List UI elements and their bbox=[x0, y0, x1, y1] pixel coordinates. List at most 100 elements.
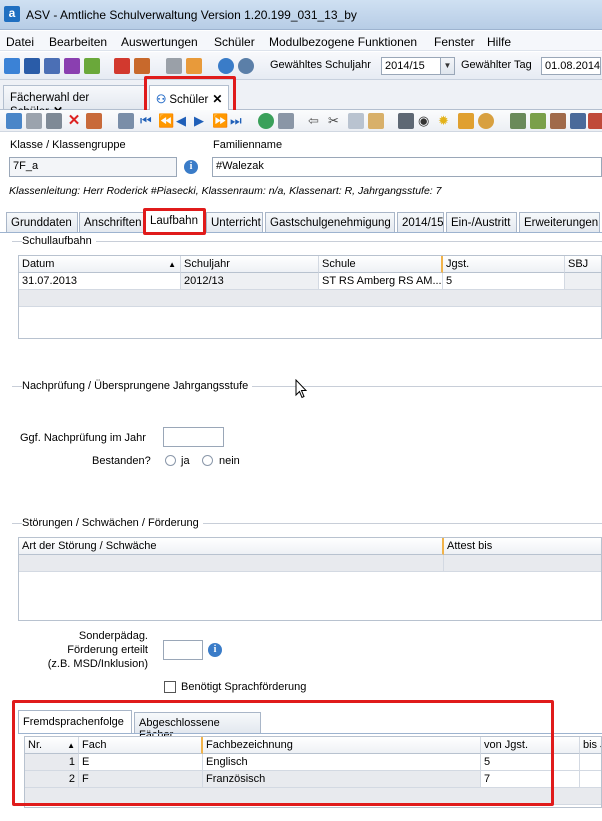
column-header-jgst[interactable]: Jgst. bbox=[443, 256, 565, 273]
export-icon[interactable] bbox=[530, 113, 546, 129]
window-title: ASV - Amtliche Schulverwaltung Version 1… bbox=[26, 8, 357, 22]
details-icon[interactable] bbox=[278, 113, 294, 129]
tab-ein-austritt[interactable]: Ein-/Austritt bbox=[446, 212, 517, 233]
sonder-label-1: Sonderpädag. bbox=[78, 630, 148, 642]
menu-schueler[interactable]: Schüler bbox=[214, 35, 255, 49]
nachpruefung-title: Nachprüfung / Übersprungene Jahrgangsstu… bbox=[22, 380, 253, 392]
delete-icon[interactable]: ✕ bbox=[66, 113, 82, 129]
column-header-sbj[interactable]: SBJ bbox=[565, 256, 601, 273]
new-record-icon[interactable] bbox=[6, 113, 22, 129]
tag-label: Gewählter Tag bbox=[461, 59, 532, 71]
table-cell[interactable]: 2012/13 bbox=[181, 273, 319, 290]
title-bar: a ASV - Amtliche Schulverwaltung Version… bbox=[0, 0, 602, 30]
tab-unterricht[interactable]: Unterricht bbox=[206, 212, 263, 233]
nachpruefung-jahr-input[interactable] bbox=[163, 427, 224, 447]
schuljahr-select[interactable]: 2014/15 ▼ bbox=[381, 57, 455, 75]
cut-icon[interactable]: ✂ bbox=[328, 113, 344, 129]
table-cell[interactable]: ST RS Amberg RS AM... bbox=[319, 273, 443, 290]
sonder-foerderung-input[interactable] bbox=[163, 640, 203, 660]
tab-anschriften[interactable]: Anschriften bbox=[79, 212, 144, 233]
clock-icon[interactable] bbox=[478, 113, 494, 129]
tab-grunddaten[interactable]: Grunddaten bbox=[6, 212, 78, 233]
next-record-icon[interactable]: ▶ bbox=[194, 113, 210, 129]
undo-icon[interactable] bbox=[46, 113, 62, 129]
stoerungen-title: Störungen / Schwächen / Förderung bbox=[22, 517, 203, 529]
radio-ja[interactable] bbox=[165, 455, 176, 466]
table-cell[interactable]: 5 bbox=[443, 273, 565, 290]
printer-icon[interactable] bbox=[398, 113, 414, 129]
menu-modulbezogene-funktionen[interactable]: Modulbezogene Funktionen bbox=[269, 35, 417, 49]
table-cell[interactable] bbox=[580, 754, 601, 771]
group-icon[interactable] bbox=[570, 113, 586, 129]
schullaufbahn-title: Schullaufbahn bbox=[22, 235, 96, 247]
prev-page-icon[interactable]: ⏪ bbox=[158, 113, 174, 129]
info-icon[interactable]: i bbox=[208, 643, 222, 657]
schullaufbahn-table: Datum ▲ Schuljahr Schule Jgst. SBJ 31.07.… bbox=[18, 255, 602, 339]
courses-icon[interactable] bbox=[64, 58, 80, 74]
column-header-schule[interactable]: Schule bbox=[319, 256, 443, 273]
tools-icon[interactable] bbox=[588, 113, 602, 129]
column-header-datum[interactable]: Datum ▲ bbox=[19, 256, 181, 273]
calendar-icon[interactable] bbox=[186, 58, 202, 74]
column-header-attest[interactable]: Attest bis bbox=[444, 538, 601, 555]
last-record-icon[interactable]: ⏭ bbox=[230, 113, 246, 129]
table-row bbox=[19, 290, 601, 307]
familienname-field[interactable]: #Walezak bbox=[212, 157, 602, 177]
first-record-icon[interactable]: ⏮ bbox=[140, 113, 156, 129]
klasse-field[interactable]: 7F_a bbox=[9, 157, 177, 177]
radio-nein[interactable] bbox=[202, 455, 213, 466]
copy-doc-icon[interactable] bbox=[348, 113, 364, 129]
radio-nein-label: nein bbox=[219, 455, 240, 467]
teachers-icon[interactable] bbox=[44, 58, 60, 74]
sort-asc-icon: ▲ bbox=[168, 260, 176, 269]
info-icon[interactable]: i bbox=[184, 160, 198, 174]
info-icon[interactable] bbox=[218, 58, 234, 74]
klasse-label: Klasse / Klassengruppe bbox=[10, 139, 126, 151]
back-arrow-icon[interactable]: ⇦ bbox=[308, 113, 324, 129]
menu-fenster[interactable]: Fenster bbox=[434, 35, 475, 49]
chevron-down-icon[interactable]: ▼ bbox=[440, 58, 454, 74]
subjects-icon[interactable] bbox=[84, 58, 100, 74]
column-header-art[interactable]: Art der Störung / Schwäche bbox=[19, 538, 444, 555]
tab-gastschulgenehmigung[interactable]: Gastschulgenehmigung bbox=[265, 212, 395, 233]
table-cell[interactable]: 31.07.2013 bbox=[19, 273, 181, 290]
tab-schuljahr[interactable]: 2014/15 bbox=[397, 212, 444, 233]
highlight-box-fremdsprachen bbox=[12, 700, 554, 806]
sprachfoerderung-checkbox[interactable] bbox=[164, 681, 176, 693]
list-icon[interactable] bbox=[118, 113, 134, 129]
refresh-icon[interactable] bbox=[258, 113, 274, 129]
prev-record-icon[interactable]: ◀ bbox=[176, 113, 192, 129]
save-icon[interactable] bbox=[26, 113, 42, 129]
table-cell[interactable] bbox=[444, 555, 601, 572]
column-header-schuljahr[interactable]: Schuljahr bbox=[181, 256, 319, 273]
tab-underline bbox=[0, 232, 602, 233]
table-cell[interactable] bbox=[580, 771, 601, 788]
tag-input[interactable]: 01.08.2014 bbox=[541, 57, 601, 75]
menu-hilfe[interactable]: Hilfe bbox=[487, 35, 511, 49]
table-cell[interactable] bbox=[19, 555, 444, 572]
sonder-label-2: Förderung erteilt bbox=[67, 644, 148, 656]
print-record-icon[interactable] bbox=[86, 113, 102, 129]
lightbulb-icon[interactable]: ✹ bbox=[438, 113, 454, 129]
menu-auswertungen[interactable]: Auswertungen bbox=[121, 35, 198, 49]
next-page-icon[interactable]: ⏩ bbox=[212, 113, 228, 129]
menu-datei[interactable]: Datei bbox=[6, 35, 34, 49]
import-icon[interactable] bbox=[510, 113, 526, 129]
user-icon[interactable] bbox=[550, 113, 566, 129]
documents-icon[interactable] bbox=[134, 58, 150, 74]
pencil-icon[interactable] bbox=[458, 113, 474, 129]
copy-icon[interactable] bbox=[166, 58, 182, 74]
app-logo-icon: a bbox=[4, 6, 20, 22]
tab-faecherwahl[interactable]: Fächerwahl der Schüler✕ bbox=[3, 85, 145, 118]
preview-icon[interactable]: ◉ bbox=[418, 113, 434, 129]
column-header-bis-jgst[interactable]: bis J bbox=[580, 737, 601, 754]
paste-icon[interactable] bbox=[368, 113, 384, 129]
book-icon[interactable] bbox=[114, 58, 130, 74]
students-icon[interactable] bbox=[4, 58, 20, 74]
menu-bearbeiten[interactable]: Bearbeiten bbox=[49, 35, 107, 49]
tab-erweiterungen[interactable]: Erweiterungen bbox=[519, 212, 600, 233]
classes-icon[interactable] bbox=[24, 58, 40, 74]
table-cell[interactable] bbox=[565, 273, 601, 290]
schuljahr-value: 2014/15 bbox=[385, 60, 425, 72]
help-icon[interactable] bbox=[238, 58, 254, 74]
